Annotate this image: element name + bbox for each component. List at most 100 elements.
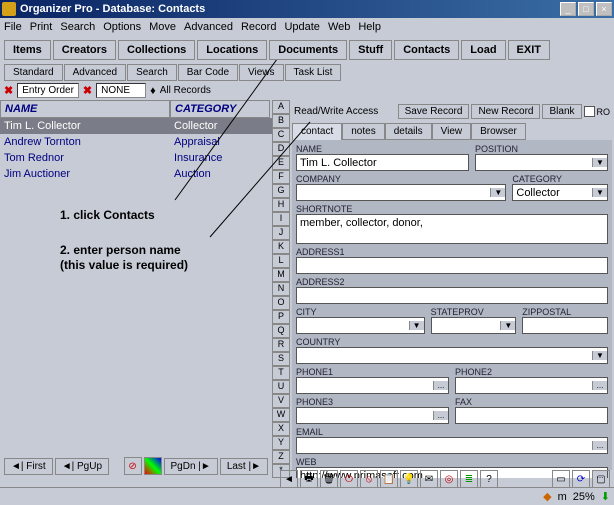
letter-p[interactable]: P <box>272 310 290 324</box>
letter-v[interactable]: V <box>272 394 290 408</box>
mail-icon[interactable]: ✉ <box>420 470 438 488</box>
form-tab-browser[interactable]: Browser <box>471 123 526 140</box>
minimize-button[interactable]: _ <box>560 2 576 16</box>
filter-none[interactable]: NONE <box>96 83 146 98</box>
target-icon[interactable]: ◎ <box>440 470 458 488</box>
list-row[interactable]: Tom Rednor Insurance <box>0 150 272 166</box>
tab-tasklist[interactable]: Task List <box>285 64 342 81</box>
letter-j[interactable]: J <box>272 226 290 240</box>
maximize-button[interactable]: □ <box>578 2 594 16</box>
menu-options[interactable]: Options <box>103 21 141 33</box>
phone1-input[interactable]: ... <box>296 377 449 394</box>
category-select[interactable]: Collector▼ <box>512 184 608 201</box>
clear-sort-icon[interactable]: ✖ <box>4 84 13 97</box>
bulb-icon[interactable]: 💡 <box>400 470 418 488</box>
contacts-button[interactable]: Contacts <box>394 40 459 60</box>
menu-web[interactable]: Web <box>328 21 350 33</box>
city-select[interactable]: ▼ <box>296 317 425 334</box>
new-record-button[interactable]: New Record <box>471 104 540 119</box>
pgdn-button[interactable]: PgDn |► <box>164 458 218 475</box>
zippostal-input[interactable] <box>522 317 608 334</box>
phone2-input[interactable]: ... <box>455 377 608 394</box>
close-button[interactable]: × <box>596 2 612 16</box>
letter-d[interactable]: D <box>272 142 290 156</box>
list-row[interactable]: Jim Auctioner Auction <box>0 166 272 182</box>
tab-advanced[interactable]: Advanced <box>64 64 126 81</box>
tab-search[interactable]: Search <box>127 64 177 81</box>
fax-input[interactable] <box>455 407 608 424</box>
letter-n[interactable]: N <box>272 282 290 296</box>
sort-order[interactable]: Entry Order <box>17 83 79 98</box>
stop-icon[interactable]: ⦸ <box>360 470 378 488</box>
letter-c[interactable]: C <box>272 128 290 142</box>
form-tab-notes[interactable]: notes <box>342 123 384 140</box>
header-category[interactable]: CATEGORY <box>170 100 270 118</box>
letter-z[interactable]: Z <box>272 450 290 464</box>
save-record-button[interactable]: Save Record <box>398 104 470 119</box>
letter-l[interactable]: L <box>272 254 290 268</box>
items-button[interactable]: Items <box>4 40 51 60</box>
ro-checkbox[interactable] <box>584 106 595 117</box>
form-tab-details[interactable]: details <box>385 123 432 140</box>
stuff-button[interactable]: Stuff <box>349 40 392 60</box>
help-icon[interactable]: ? <box>480 470 498 488</box>
square-icon[interactable]: ▢ <box>592 470 610 488</box>
letter-w[interactable]: W <box>272 408 290 422</box>
letter-q[interactable]: Q <box>272 324 290 338</box>
menu-record[interactable]: Record <box>241 21 276 33</box>
last-button[interactable]: Last |► <box>220 458 268 475</box>
delete-record-icon[interactable]: ⊘ <box>124 457 142 475</box>
exit-button[interactable]: EXIT <box>508 40 550 60</box>
letter-x[interactable]: X <box>272 422 290 436</box>
letter-a[interactable]: A <box>272 100 290 114</box>
shortnote-input[interactable]: member, collector, donor, <box>296 214 608 244</box>
letter-r[interactable]: R <box>272 338 290 352</box>
letter-h[interactable]: H <box>272 198 290 212</box>
address2-input[interactable] <box>296 287 608 304</box>
letter-s[interactable]: S <box>272 352 290 366</box>
letter-t[interactable]: T <box>272 366 290 380</box>
stateprov-select[interactable]: ▼ <box>431 317 517 334</box>
creators-button[interactable]: Creators <box>53 40 116 60</box>
form-tab-view[interactable]: View <box>432 123 472 140</box>
letter-y[interactable]: Y <box>272 436 290 450</box>
letter-o[interactable]: O <box>272 296 290 310</box>
address1-input[interactable] <box>296 257 608 274</box>
letter-b[interactable]: B <box>272 114 290 128</box>
position-select[interactable]: ▼ <box>475 154 608 171</box>
letter-f[interactable]: F <box>272 170 290 184</box>
grid-icon[interactable] <box>144 457 162 475</box>
locations-button[interactable]: Locations <box>197 40 267 60</box>
menu-help[interactable]: Help <box>358 21 381 33</box>
letter-e[interactable]: E <box>272 156 290 170</box>
company-select[interactable]: ▼ <box>296 184 506 201</box>
menu-update[interactable]: Update <box>284 21 319 33</box>
refresh-icon[interactable]: ⟳ <box>572 470 590 488</box>
letter-i[interactable]: I <box>272 212 290 226</box>
clear-filter-icon[interactable]: ✖ <box>83 84 92 97</box>
tab-views[interactable]: Views <box>239 64 284 81</box>
menu-advanced[interactable]: Advanced <box>184 21 233 33</box>
list-row[interactable]: Tim L. Collector Collector <box>0 118 272 134</box>
menu-search[interactable]: Search <box>60 21 95 33</box>
power-icon[interactable]: ⏻ <box>340 470 358 488</box>
documents-button[interactable]: Documents <box>269 40 347 60</box>
email-input[interactable]: ... <box>296 437 608 454</box>
trash-icon[interactable]: 🗑 <box>320 470 338 488</box>
letter-k[interactable]: K <box>272 240 290 254</box>
letter-m[interactable]: M <box>272 268 290 282</box>
page-icon[interactable]: ▭ <box>552 470 570 488</box>
stack-icon[interactable]: ≣ <box>460 470 478 488</box>
name-input[interactable] <box>296 154 469 171</box>
first-button[interactable]: ◄| First <box>4 458 53 475</box>
load-button[interactable]: Load <box>461 40 505 60</box>
letter-g[interactable]: G <box>272 184 290 198</box>
header-name[interactable]: NAME <box>0 100 170 118</box>
print-icon[interactable]: 🖶 <box>300 470 318 488</box>
clip-icon[interactable]: 📋 <box>380 470 398 488</box>
form-tab-contact[interactable]: contact <box>292 123 342 140</box>
menu-file[interactable]: File <box>4 21 22 33</box>
phone3-input[interactable]: ... <box>296 407 449 424</box>
letter-u[interactable]: U <box>272 380 290 394</box>
pgup-button[interactable]: ◄| PgUp <box>55 458 109 475</box>
